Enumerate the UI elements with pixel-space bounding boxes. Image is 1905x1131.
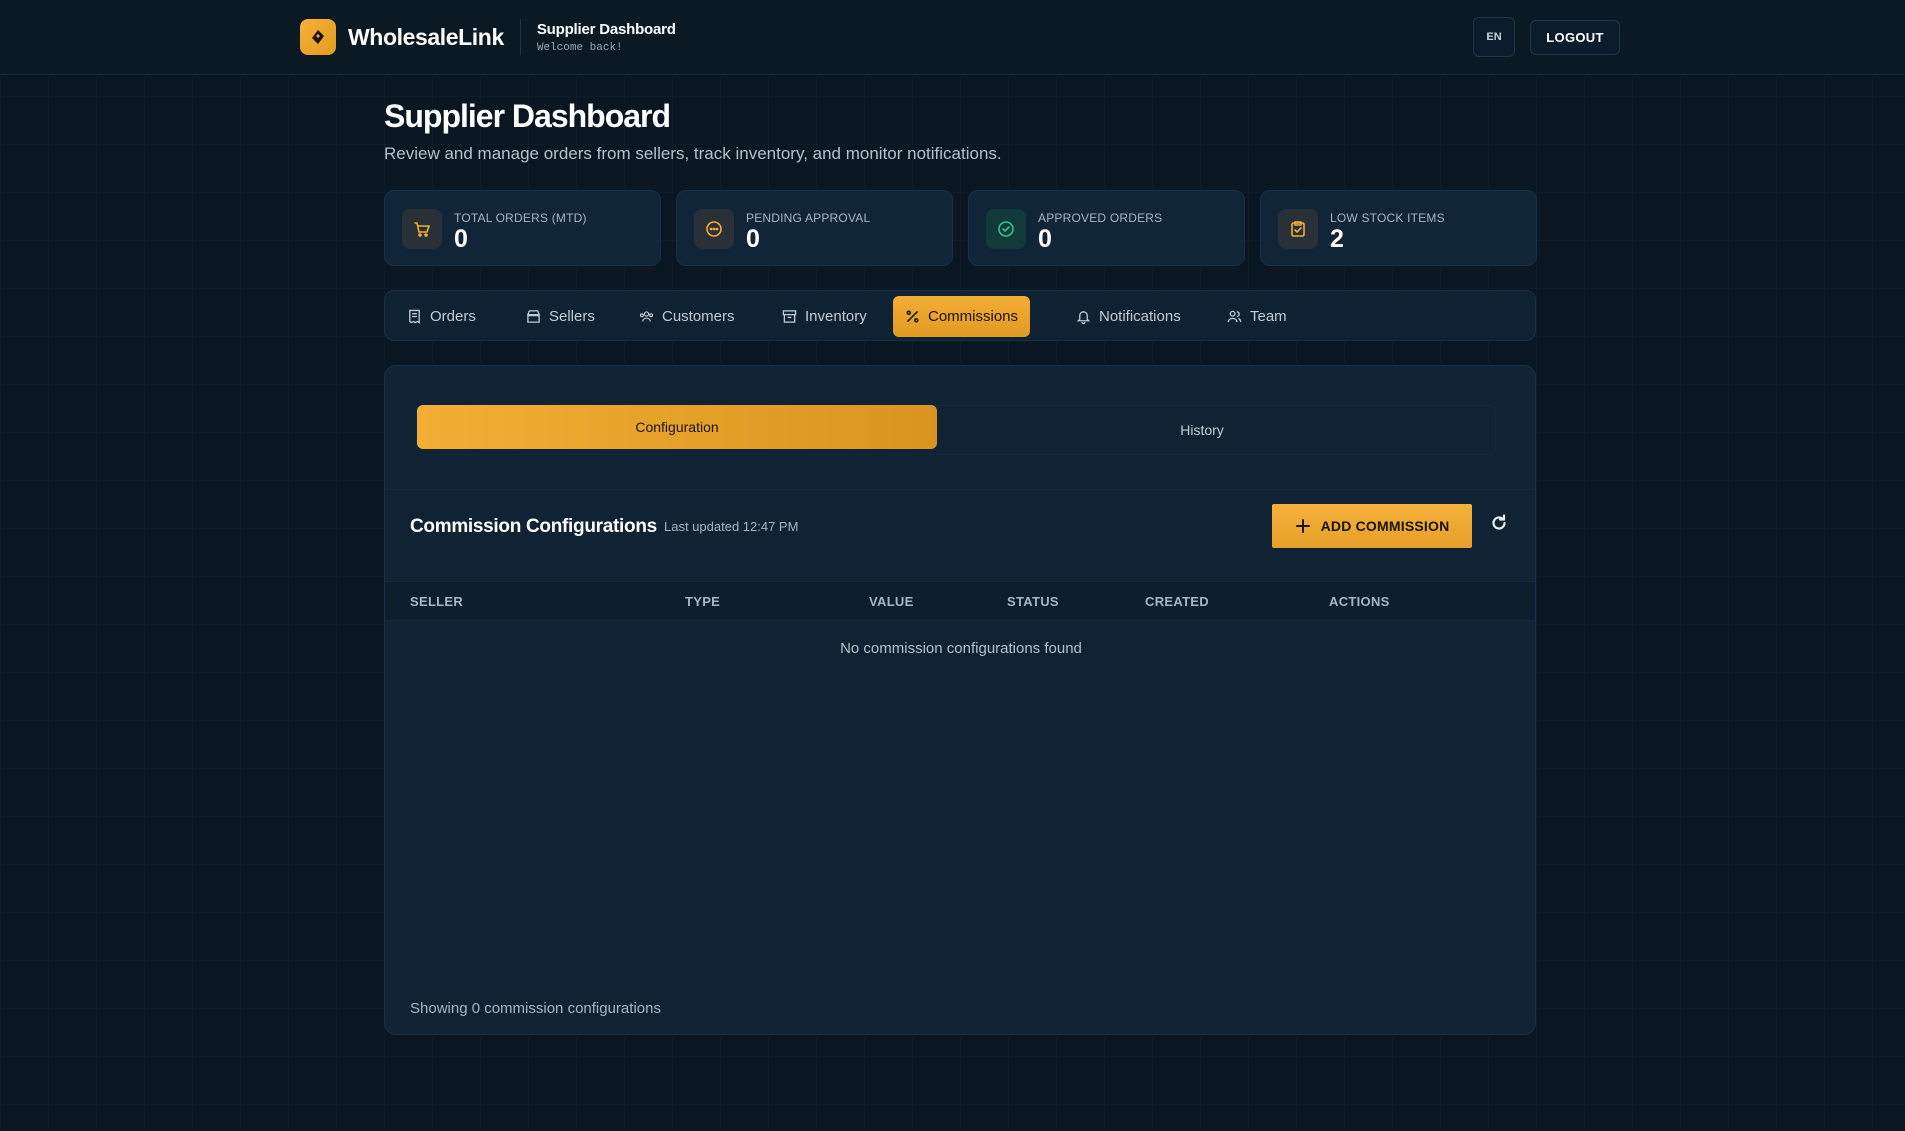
tab-label: Commissions bbox=[928, 308, 1019, 325]
tab-label: Inventory bbox=[805, 308, 867, 325]
tab-label: Notifications bbox=[1099, 308, 1181, 325]
stat-value: 0 bbox=[454, 225, 468, 253]
tab-label: Sellers bbox=[549, 308, 595, 325]
add-commission-label: ADD COMMISSION bbox=[1320, 518, 1450, 534]
tab-label: Customers bbox=[662, 308, 735, 325]
tab-label: Team bbox=[1250, 308, 1287, 325]
logout-button[interactable]: LOGOUT bbox=[1530, 20, 1620, 55]
pending-icon bbox=[694, 209, 734, 249]
last-updated-text: Last updated 12:47 PM bbox=[664, 519, 799, 534]
clipboard-check-icon bbox=[1278, 209, 1318, 249]
page-subtitle: Review and manage orders from sellers, t… bbox=[384, 144, 1002, 163]
page-title: Supplier Dashboard bbox=[384, 98, 671, 134]
brand-logo-icon bbox=[300, 19, 336, 55]
stat-card-total-orders: TOTAL ORDERS (MTD) 0 bbox=[384, 190, 661, 266]
check-circle-icon bbox=[986, 209, 1026, 249]
stat-value: 0 bbox=[746, 225, 760, 253]
tab-customers[interactable]: Customers bbox=[627, 296, 747, 337]
brand-name: WholesaleLink bbox=[348, 23, 504, 50]
section-title: Commission Configurations bbox=[410, 516, 657, 537]
section-divider bbox=[385, 489, 1535, 490]
welcome-text: Welcome back! bbox=[536, 41, 623, 54]
header-subtitle: Supplier Dashboard bbox=[536, 20, 676, 38]
brand-divider bbox=[519, 19, 521, 55]
column-header-seller[interactable]: SELLER bbox=[410, 594, 463, 609]
subtab-history[interactable]: History bbox=[942, 408, 1462, 452]
tab-orders[interactable]: Orders bbox=[395, 296, 488, 337]
tab-inventory[interactable]: Inventory bbox=[770, 296, 879, 337]
main-tabs: Orders Sellers Customers Inventory Commi… bbox=[384, 290, 1536, 341]
stat-card-low-stock: LOW STOCK ITEMS 2 bbox=[1260, 190, 1537, 266]
cart-icon bbox=[402, 209, 442, 249]
brand-subtitle-block: Supplier Dashboard Welcome back! bbox=[537, 21, 676, 54]
tab-sellers[interactable]: Sellers bbox=[514, 296, 607, 337]
commission-subtabs: Configuration History bbox=[416, 405, 1496, 455]
stat-label: APPROVED ORDERS bbox=[1038, 211, 1163, 225]
language-button[interactable]: EN bbox=[1473, 17, 1515, 57]
tab-notifications[interactable]: Notifications bbox=[1064, 296, 1193, 337]
stat-label: PENDING APPROVAL bbox=[746, 211, 871, 225]
empty-state-message: No commission configurations found bbox=[840, 640, 1082, 657]
bell-icon bbox=[1076, 311, 1091, 324]
archive-icon bbox=[782, 310, 797, 323]
stat-card-pending-approval: PENDING APPROVAL 0 bbox=[676, 190, 953, 266]
stat-card-approved-orders: APPROVED ORDERS 0 bbox=[968, 190, 1245, 266]
column-header-status[interactable]: STATUS bbox=[1007, 594, 1059, 609]
column-header-actions: ACTIONS bbox=[1329, 594, 1390, 609]
subtab-configuration[interactable]: Configuration bbox=[417, 405, 937, 449]
top-header: WholesaleLink Supplier Dashboard Welcome… bbox=[0, 0, 1905, 75]
team-icon bbox=[1227, 310, 1242, 323]
store-icon bbox=[527, 310, 540, 323]
column-header-created[interactable]: CREATED bbox=[1145, 594, 1209, 609]
results-count: Showing 0 commission configurations bbox=[410, 1000, 661, 1017]
refresh-button[interactable] bbox=[1485, 509, 1513, 537]
column-header-type[interactable]: TYPE bbox=[685, 594, 720, 609]
add-commission-button[interactable]: ADD COMMISSION bbox=[1272, 504, 1472, 548]
commissions-panel: Configuration History Commission Configu… bbox=[384, 365, 1536, 1035]
stat-value: 2 bbox=[1330, 225, 1344, 253]
stat-label: TOTAL ORDERS (MTD) bbox=[454, 211, 587, 225]
tab-team[interactable]: Team bbox=[1215, 296, 1299, 337]
table-header: SELLER TYPE VALUE STATUS CREATED ACTIONS bbox=[385, 581, 1535, 621]
stat-value: 0 bbox=[1038, 225, 1052, 253]
refresh-icon bbox=[1492, 514, 1506, 530]
receipt-icon bbox=[409, 309, 420, 324]
plus-icon bbox=[1295, 519, 1310, 533]
tab-label: Orders bbox=[430, 308, 476, 325]
percent-icon bbox=[906, 310, 919, 323]
tab-commissions[interactable]: Commissions bbox=[893, 296, 1031, 337]
brand[interactable]: WholesaleLink Supplier Dashboard Welcome… bbox=[300, 18, 676, 56]
column-header-value[interactable]: VALUE bbox=[869, 594, 914, 609]
stat-label: LOW STOCK ITEMS bbox=[1330, 211, 1445, 225]
users-icon bbox=[639, 311, 654, 322]
